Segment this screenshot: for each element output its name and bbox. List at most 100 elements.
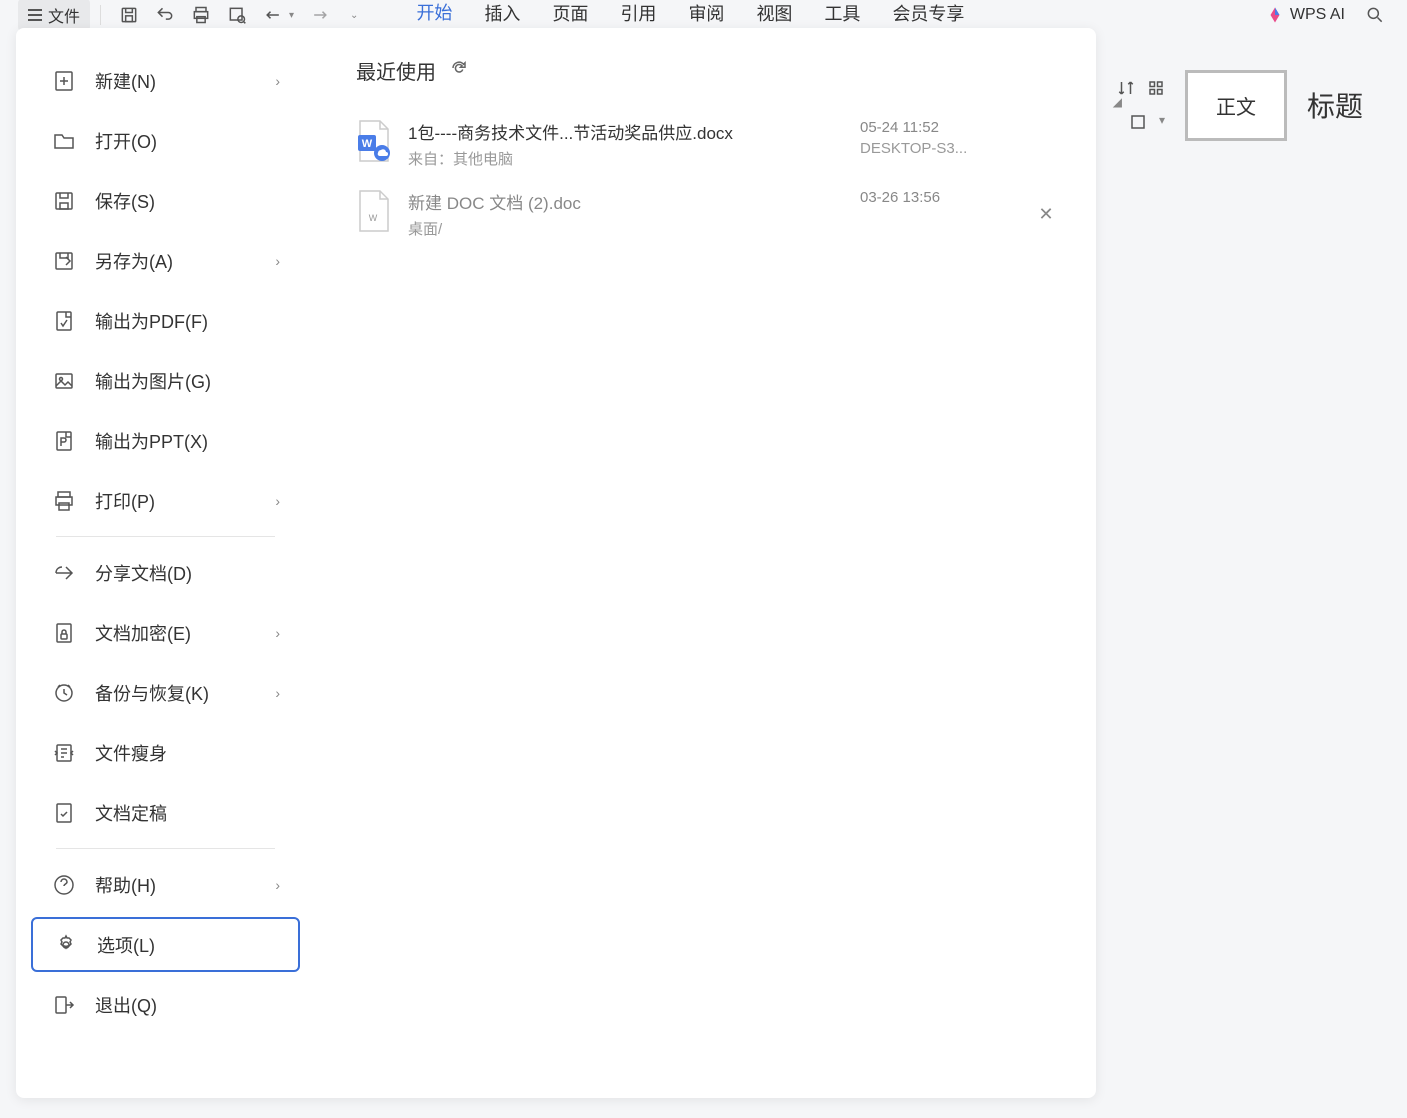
sidebar-item-label: 选项(L) bbox=[97, 932, 278, 958]
sidebar-item-label: 文档加密(E) bbox=[95, 620, 275, 646]
ai-logo-icon bbox=[1266, 6, 1284, 24]
file-menu-label: 文件 bbox=[48, 3, 80, 27]
sidebar-item-label: 分享文档(D) bbox=[95, 560, 280, 586]
top-toolbar: 文件 ▾ ⌄ 开始 插入 页面 引用 审阅 视图 工具 会员专享 WPS AI bbox=[0, 0, 1407, 30]
lock-icon bbox=[51, 620, 77, 646]
recent-file-item[interactable]: W 新建 DOC 文档 (2).doc 桌面/ 03-26 13:56 ✕ bbox=[356, 179, 1056, 249]
chevron-down-icon[interactable]: ▾ bbox=[1159, 113, 1165, 131]
tab-member[interactable]: 会员专享 bbox=[892, 0, 964, 30]
chevron-down-icon[interactable]: ⌄ bbox=[350, 10, 358, 21]
expand-icon[interactable]: ◢ bbox=[1113, 95, 1122, 109]
file-menu-sidebar: 新建(N) › 打开(O) 保存(S) 另存为(A) › 输出为PDF(F) 输… bbox=[16, 28, 316, 1098]
chevron-down-icon[interactable]: ▾ bbox=[289, 10, 294, 21]
sidebar-item-slim[interactable]: 文件瘦身 bbox=[31, 725, 300, 780]
print-icon bbox=[51, 488, 77, 514]
folder-icon bbox=[51, 128, 77, 154]
close-icon[interactable]: ✕ bbox=[1036, 204, 1056, 224]
sidebar-item-label: 保存(S) bbox=[95, 188, 280, 214]
sidebar-item-label: 退出(Q) bbox=[95, 992, 280, 1018]
tab-insert[interactable]: 插入 bbox=[484, 0, 520, 30]
sidebar-item-plus-doc[interactable]: 新建(N) › bbox=[31, 53, 300, 108]
tab-view[interactable]: 视图 bbox=[756, 0, 792, 30]
sidebar-item-label: 打印(P) bbox=[95, 488, 275, 514]
file-name: 1包----商务技术文件...节活动奖品供应.docx bbox=[408, 119, 844, 144]
sidebar-item-lock[interactable]: 文档加密(E) › bbox=[31, 605, 300, 660]
finalize-icon bbox=[51, 800, 77, 826]
file-time: 05-24 11:52 bbox=[860, 119, 1020, 136]
file-menu-button[interactable]: 文件 bbox=[18, 0, 90, 31]
plus-doc-icon bbox=[51, 68, 77, 94]
backup-icon bbox=[51, 680, 77, 706]
hamburger-icon bbox=[28, 9, 42, 21]
file-type-icon: W bbox=[356, 119, 392, 163]
file-time: 03-26 13:56 bbox=[860, 189, 1020, 206]
tab-review[interactable]: 审阅 bbox=[688, 0, 724, 30]
image-icon bbox=[51, 368, 77, 394]
sidebar-item-pdf[interactable]: 输出为PDF(F) bbox=[31, 293, 300, 348]
sidebar-item-help[interactable]: 帮助(H) › bbox=[31, 857, 300, 912]
sidebar-item-label: 输出为PPT(X) bbox=[95, 428, 280, 454]
save-icon bbox=[51, 188, 77, 214]
sidebar-item-label: 文档定稿 bbox=[95, 800, 280, 826]
file-source: 桌面/ bbox=[408, 218, 844, 239]
sidebar-item-finalize[interactable]: 文档定稿 bbox=[31, 785, 300, 840]
svg-text:W: W bbox=[362, 138, 373, 150]
style-body-text[interactable]: 正文 bbox=[1185, 70, 1287, 141]
styles-panel: ▾ 正文 标题 bbox=[1107, 40, 1407, 170]
chevron-right-icon: › bbox=[275, 685, 280, 701]
ribbon-tabs: 开始 插入 页面 引用 审阅 视图 工具 会员专享 bbox=[416, 0, 964, 32]
share-icon bbox=[51, 560, 77, 586]
refresh-icon[interactable] bbox=[450, 59, 468, 82]
sidebar-item-label: 文件瘦身 bbox=[95, 740, 280, 766]
sidebar-item-label: 另存为(A) bbox=[95, 248, 275, 274]
help-icon bbox=[51, 872, 77, 898]
sidebar-item-label: 打开(O) bbox=[95, 128, 280, 154]
separator bbox=[100, 5, 101, 25]
sidebar-item-save-as[interactable]: 另存为(A) › bbox=[31, 233, 300, 288]
box-icon[interactable] bbox=[1129, 113, 1147, 131]
chevron-right-icon: › bbox=[275, 877, 280, 893]
chevron-right-icon: › bbox=[275, 73, 280, 89]
search-icon[interactable] bbox=[1363, 3, 1387, 27]
sidebar-item-save[interactable]: 保存(S) bbox=[31, 173, 300, 228]
sidebar-item-print[interactable]: 打印(P) › bbox=[31, 473, 300, 528]
redo-icon[interactable] bbox=[308, 3, 332, 27]
preview-icon[interactable] bbox=[225, 3, 249, 27]
file-source: 来自：其他电脑 bbox=[408, 148, 844, 169]
wps-ai-button[interactable]: WPS AI bbox=[1266, 6, 1345, 24]
sidebar-item-label: 输出为图片(G) bbox=[95, 368, 280, 394]
save-icon[interactable] bbox=[117, 3, 141, 27]
save-as-icon bbox=[51, 248, 77, 274]
sidebar-item-exit[interactable]: 退出(Q) bbox=[31, 977, 300, 1032]
ppt-icon bbox=[51, 428, 77, 454]
file-name: 新建 DOC 文档 (2).doc bbox=[408, 189, 844, 214]
recent-file-item[interactable]: W 1包----商务技术文件...节活动奖品供应.docx 来自：其他电脑 05… bbox=[356, 109, 1056, 179]
sidebar-item-ppt[interactable]: 输出为PPT(X) bbox=[31, 413, 300, 468]
sidebar-item-backup[interactable]: 备份与恢复(K) › bbox=[31, 665, 300, 720]
sidebar-item-share[interactable]: 分享文档(D) bbox=[31, 545, 300, 600]
tab-reference[interactable]: 引用 bbox=[620, 0, 656, 30]
undo-history-icon[interactable] bbox=[153, 3, 177, 27]
sidebar-item-image[interactable]: 输出为图片(G) bbox=[31, 353, 300, 408]
style-heading[interactable]: 标题 bbox=[1307, 85, 1363, 125]
sidebar-item-label: 输出为PDF(F) bbox=[95, 308, 280, 334]
select-all-icon[interactable] bbox=[1147, 79, 1165, 97]
right-toolbar: WPS AI bbox=[1266, 0, 1393, 30]
tab-tools[interactable]: 工具 bbox=[824, 0, 860, 30]
chevron-right-icon: › bbox=[275, 253, 280, 269]
tab-page[interactable]: 页面 bbox=[552, 0, 588, 30]
tab-start[interactable]: 开始 bbox=[416, 0, 452, 32]
file-location: DESKTOP-S3... bbox=[860, 140, 1020, 157]
svg-text:W: W bbox=[369, 213, 378, 223]
settings-icon bbox=[53, 932, 79, 958]
chevron-right-icon: › bbox=[275, 493, 280, 509]
sidebar-item-folder[interactable]: 打开(O) bbox=[31, 113, 300, 168]
print-icon[interactable] bbox=[189, 3, 213, 27]
sidebar-item-label: 新建(N) bbox=[95, 68, 275, 94]
file-type-icon: W bbox=[356, 189, 392, 233]
exit-icon bbox=[51, 992, 77, 1018]
undo-icon[interactable] bbox=[261, 3, 285, 27]
sidebar-divider bbox=[56, 536, 275, 537]
sidebar-item-settings[interactable]: 选项(L) bbox=[31, 917, 300, 972]
recent-files-content: 最近使用 W 1包----商务技术文件...节活动奖品供应.docx 来自：其他… bbox=[316, 28, 1096, 1098]
